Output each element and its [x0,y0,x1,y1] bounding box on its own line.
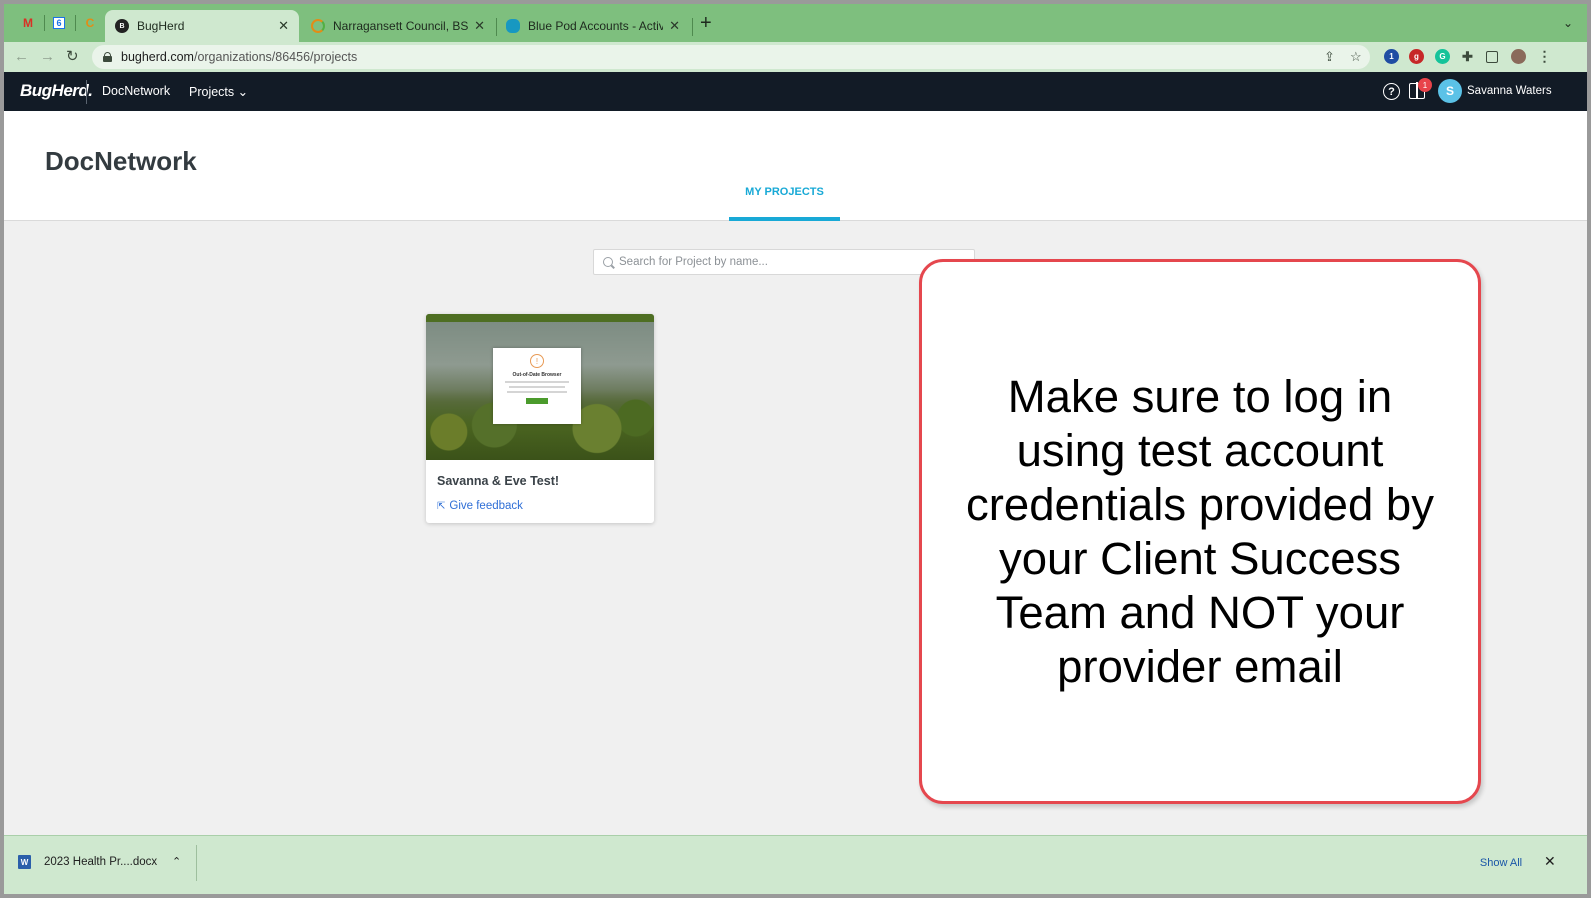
page-title: DocNetwork [45,146,197,176]
download-separator [196,845,197,881]
tab-title: Blue Pod Accounts - Active 20 [528,19,664,33]
tab-title: BugHerd [137,19,185,33]
tab-bugherd[interactable]: B BugHerd ✕ [105,10,299,42]
lock-icon[interactable] [103,52,112,62]
password-manager-icon[interactable]: 1 [1384,49,1399,64]
thumbnail-modal-title: Out-of-Date Browser [512,372,562,378]
org-name-link[interactable]: DocNetwork [102,84,170,98]
project-search[interactable] [593,249,975,275]
instruction-callout: Make sure to log in using test account c… [919,259,1481,804]
download-item[interactable]: W 2023 Health Pr....docx [18,855,157,869]
warning-icon: ! [530,354,544,368]
share-icon[interactable]: ⇪ [1324,49,1335,65]
tab-blue-pod-accounts[interactable]: Blue Pod Accounts - Active 20 ✕ [496,10,690,42]
browser-toolbar: ← → ↻ bugherd.com/organizations/86456/pr… [4,42,1587,72]
back-arrow-icon[interactable]: ← [14,48,29,66]
project-card[interactable]: ! Out-of-Date Browser Savanna & Eve Test… [426,314,654,523]
puzzle-icon[interactable]: ✚ [1460,49,1475,64]
new-tab-button[interactable]: + [700,13,712,33]
tab-my-projects[interactable]: MY PROJECTS [729,185,840,221]
tab-separator [692,18,693,36]
cursor-icon: ⇱ [437,500,446,512]
download-file-name: 2023 Health Pr....docx [44,856,158,868]
tab-strip: M 6 C B BugHerd ✕ Narragansett Council, … [4,4,1587,42]
project-thumbnail[interactable]: ! Out-of-Date Browser [426,314,654,460]
loading-icon [311,19,325,33]
bugherd-icon: B [115,19,129,33]
star-icon[interactable]: ☆ [1350,49,1362,65]
close-icon[interactable]: ✕ [669,18,680,34]
profile-avatar-icon[interactable] [1511,49,1526,64]
project-name[interactable]: Savanna & Eve Test! [437,474,559,488]
bugherd-logo[interactable]: BugHerd. [20,81,93,101]
user-name[interactable]: Savanna Waters [1467,85,1552,97]
page-header: DocNetwork MY PROJECTS [4,111,1587,221]
salesforce-icon [506,19,520,33]
give-feedback-label: Give feedback [449,500,523,512]
projects-dropdown[interactable]: Projects ⌄ [189,84,248,99]
close-icon[interactable]: ✕ [278,18,289,34]
thumbnail-text-line [505,381,569,383]
google-calendar-icon[interactable]: 6 [48,13,70,33]
close-icon[interactable]: ✕ [1544,853,1556,870]
notification-badge: 1 [1418,78,1432,92]
tab-title: Narragansett Council, BSA / He [333,19,469,33]
help-icon[interactable]: ? [1383,83,1400,100]
chevron-down-icon[interactable]: ⌄ [1563,16,1573,30]
forward-arrow-icon[interactable]: → [40,48,55,66]
tab-separator [75,15,76,31]
download-bar: W 2023 Health Pr....docx ⌃ Show All ✕ [4,835,1587,894]
side-panel-icon[interactable] [1486,51,1498,63]
tab-narragansett[interactable]: Narragansett Council, BSA / He ✕ [301,10,495,42]
chevron-up-icon[interactable]: ⌃ [172,855,181,868]
thumbnail-button [526,398,548,404]
app-navbar: BugHerd. DocNetwork Projects ⌄ ? 1 S Sav… [4,72,1587,111]
gmail-icon[interactable]: M [17,13,39,33]
search-icon [603,257,613,267]
give-feedback-link[interactable]: ⇱ Give feedback [437,500,523,512]
loading-icon[interactable]: C [79,13,101,33]
tab-separator [44,15,45,31]
kebab-menu-icon[interactable]: ⋮ [1537,48,1552,64]
address-bar[interactable]: bugherd.com/organizations/86456/projects… [92,45,1370,69]
callout-text: Make sure to log in using test account c… [966,370,1434,692]
word-document-icon: W [18,855,31,869]
url-text: bugherd.com/organizations/86456/projects [121,50,358,64]
thumbnail-modal: ! Out-of-Date Browser [493,348,581,424]
grammarly-icon[interactable]: G [1435,49,1450,64]
browser-window: M 6 C B BugHerd ✕ Narragansett Council, … [4,4,1587,894]
show-all-button[interactable]: Show All [1469,850,1533,876]
close-icon[interactable]: ✕ [474,18,485,34]
thumbnail-text-line [507,391,567,393]
thumbnail-header-bar [426,314,654,322]
reload-icon[interactable]: ↻ [66,48,79,66]
avatar[interactable]: S [1438,79,1462,103]
extension-red-icon[interactable]: g [1409,49,1424,64]
thumbnail-text-line [509,386,565,388]
search-input[interactable] [619,256,959,268]
nav-divider [86,80,87,104]
